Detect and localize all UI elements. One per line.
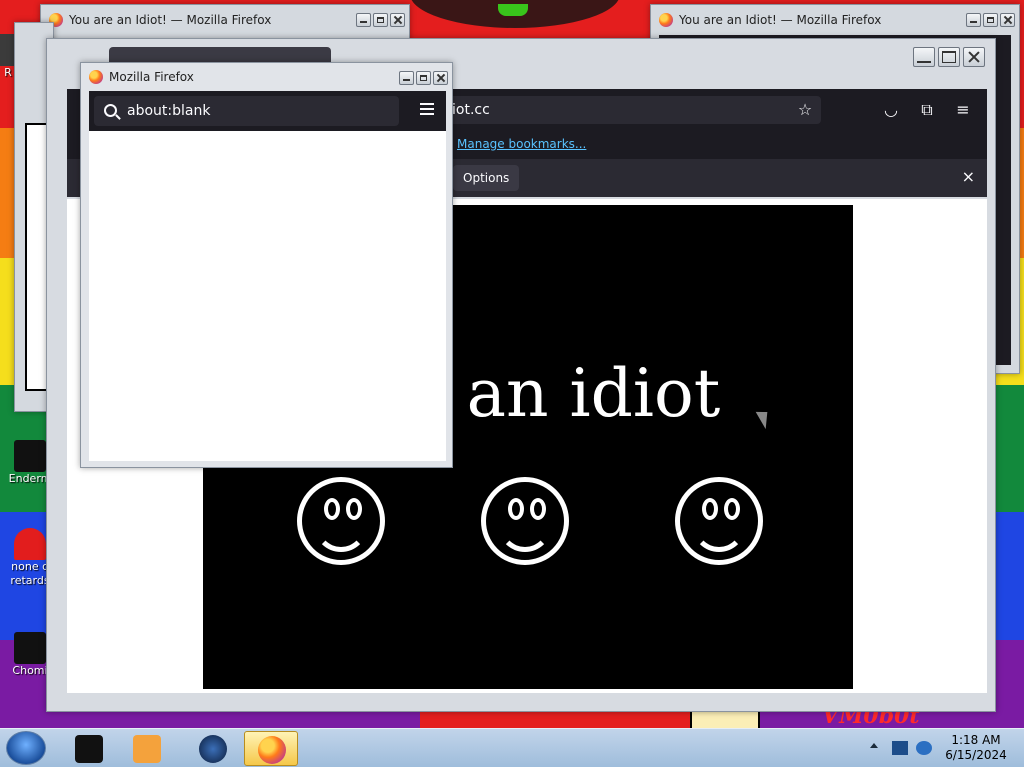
caption-buttons (966, 13, 1015, 27)
minimize-icon[interactable] (966, 13, 981, 27)
minimize-icon[interactable] (913, 47, 935, 67)
start-button[interactable] (6, 731, 46, 765)
taskbar-app-firefox[interactable] (244, 731, 298, 766)
maximize-icon[interactable] (416, 71, 431, 85)
close-icon[interactable] (1000, 13, 1015, 27)
firefox-icon (89, 70, 103, 84)
popup-firefox-window[interactable]: Mozilla Firefox about:blank (80, 62, 453, 468)
window-titlebar[interactable]: Mozilla Firefox (81, 63, 452, 91)
bookmark-star-icon[interactable]: ☆ (795, 100, 815, 120)
taskbar-app-media-player[interactable] (120, 731, 174, 766)
caption-buttons (913, 47, 985, 67)
caption-buttons (356, 13, 405, 27)
window-titlebar[interactable]: You are an Idiot! — Mozilla Firefox (41, 5, 409, 35)
firefox-icon (659, 13, 673, 27)
volume-icon[interactable] (916, 741, 932, 755)
media-player-icon (133, 735, 161, 763)
window-title: You are an Idiot! — Mozilla Firefox (69, 13, 272, 27)
search-icon (104, 104, 117, 117)
clock[interactable]: 1:18 AM 6/15/2024 (940, 733, 1012, 763)
popup-url-text: about:blank (127, 103, 211, 119)
close-icon[interactable] (433, 71, 448, 85)
manage-bookmarks-link[interactable]: Manage bookmarks... (457, 137, 586, 151)
clock-time: 1:18 AM (951, 733, 1001, 747)
show-hidden-icons-icon[interactable] (870, 743, 878, 748)
pocket-icon[interactable]: ◡ (881, 100, 901, 120)
popup-blank-page (89, 131, 446, 461)
taskbar-app-globe[interactable] (186, 731, 240, 766)
app-menu-icon[interactable]: ≡ (953, 100, 973, 120)
network-icon[interactable] (892, 741, 908, 755)
globe-icon (199, 735, 227, 763)
options-button[interactable]: Options (453, 165, 520, 191)
smiley-face-icon (297, 477, 385, 565)
minimize-icon[interactable] (356, 13, 371, 27)
smiley-face-icon (675, 477, 763, 565)
smiley-face-icon (481, 477, 569, 565)
window-title: Mozilla Firefox (109, 70, 194, 84)
maximize-icon[interactable] (373, 13, 388, 27)
taskbar-app-command-prompt[interactable] (62, 731, 116, 766)
maximize-icon[interactable] (938, 47, 960, 67)
popup-toolbar: about:blank (89, 91, 446, 131)
terminal-icon (75, 735, 103, 763)
close-icon[interactable]: × (962, 167, 975, 186)
window-titlebar[interactable]: You are an Idiot! — Mozilla Firefox (651, 5, 1019, 35)
app-menu-icon[interactable] (420, 103, 434, 115)
system-tray: 1:18 AM 6/15/2024 (862, 729, 1024, 768)
extensions-icon[interactable]: ⧉ (917, 100, 937, 120)
close-icon[interactable] (963, 47, 985, 67)
window-title: You are an Idiot! — Mozilla Firefox (679, 13, 882, 27)
clock-date: 6/15/2024 (945, 748, 1007, 762)
popup-address-bar[interactable]: about:blank (94, 96, 399, 126)
wallpaper-green-eyes (498, 4, 528, 16)
close-icon[interactable] (390, 13, 405, 27)
desktop: VM0b0t R Enderm none o retards Chomi You… (0, 0, 1024, 728)
firefox-icon (258, 736, 286, 764)
maximize-icon[interactable] (983, 13, 998, 27)
taskbar: 1:18 AM 6/15/2024 (0, 728, 1024, 767)
caption-buttons (399, 71, 448, 85)
minimize-icon[interactable] (399, 71, 414, 85)
